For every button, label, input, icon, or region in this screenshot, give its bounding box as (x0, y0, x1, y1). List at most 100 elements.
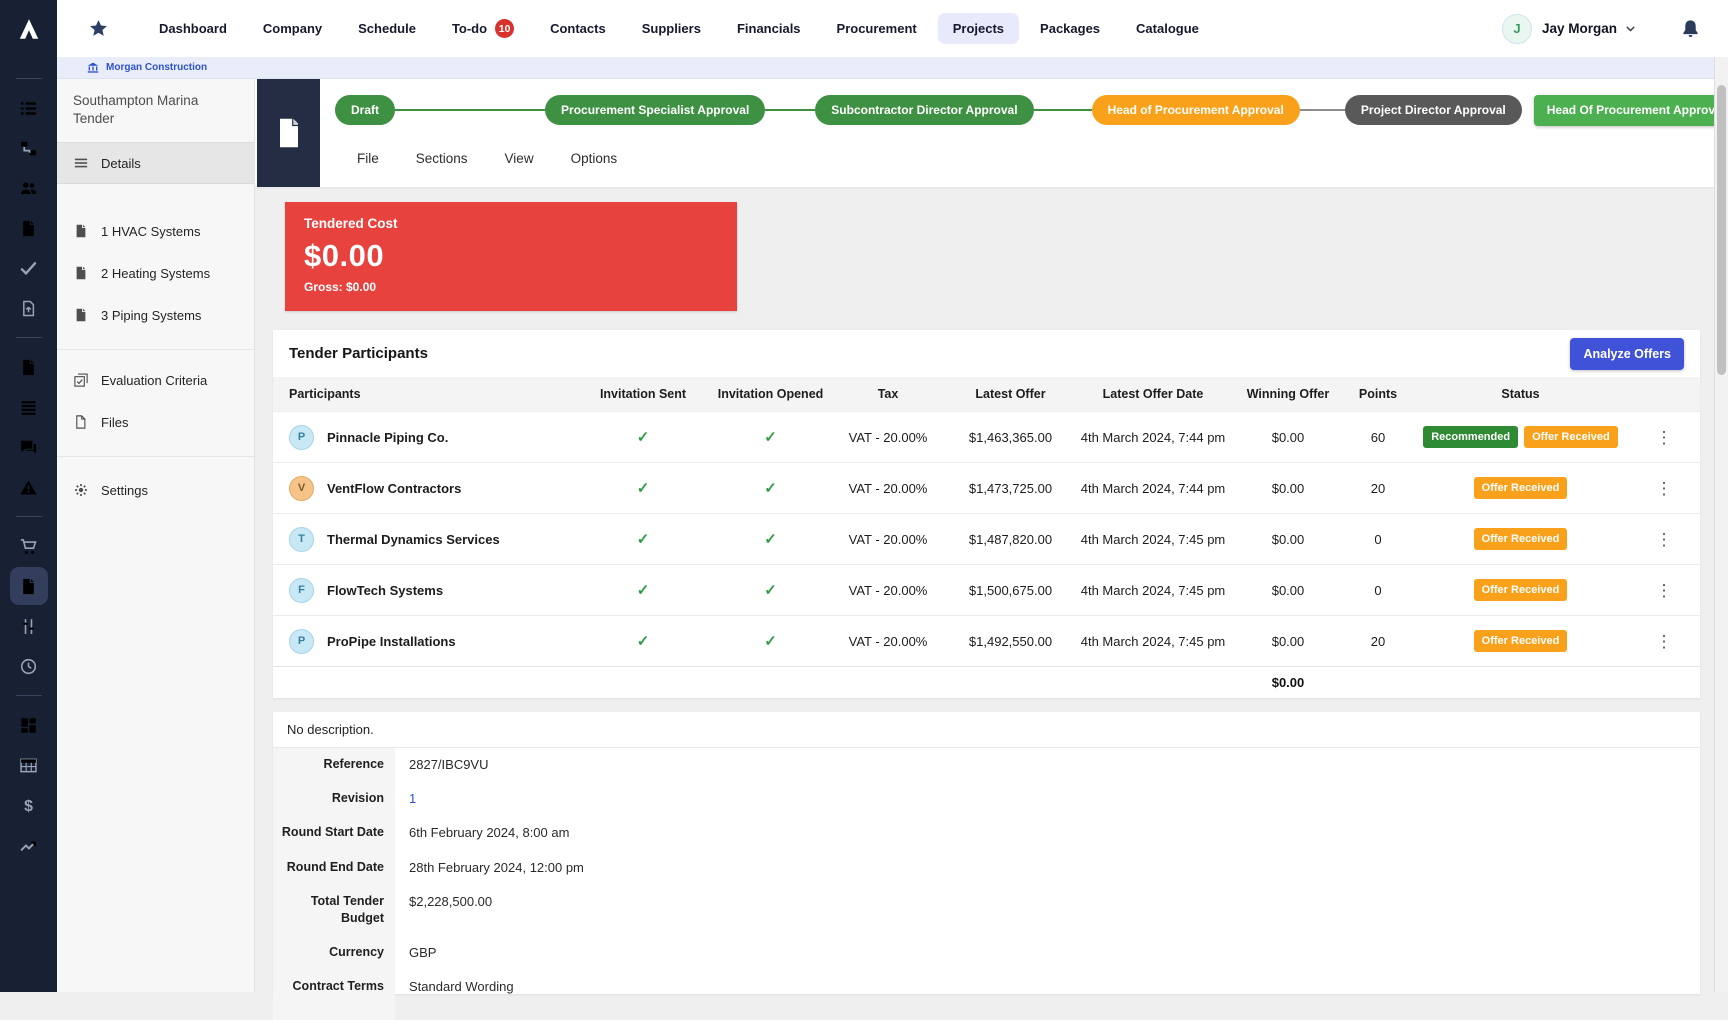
participants-table-header: ParticipantsInvitation SentInvitation Op… (273, 377, 1700, 411)
column-header-latest-offer: Latest Offer (948, 387, 1073, 401)
sidebar-item-evaluation-criteria[interactable]: Evaluation Criteria (57, 359, 254, 401)
nav-item-projects[interactable]: Projects (938, 13, 1019, 44)
latest-offer-value: $1,487,820.00 (948, 532, 1073, 547)
menu-item-options[interactable]: Options (571, 151, 618, 166)
sidebar-item-settings[interactable]: Settings (57, 469, 254, 511)
status-badges: Offer Received (1413, 579, 1628, 601)
check-icon[interactable] (10, 249, 48, 287)
users-icon[interactable] (10, 169, 48, 207)
table-icon[interactable] (10, 746, 48, 784)
clock-icon[interactable] (10, 647, 48, 685)
nav-item-procurement[interactable]: Procurement (822, 13, 932, 44)
notifications-bell-icon[interactable] (1681, 19, 1700, 38)
row-kebab-menu-icon[interactable]: ⋮ (1628, 480, 1700, 497)
document-tab[interactable] (257, 79, 320, 187)
clipboard-check-icon (74, 373, 88, 387)
sidebar-item-files[interactable]: Files (57, 401, 254, 443)
tax-value: VAT - 20.00% (828, 430, 948, 445)
nav-item-dashboard[interactable]: Dashboard (144, 13, 242, 44)
participant-avatar: T (289, 527, 314, 552)
row-kebab-menu-icon[interactable]: ⋮ (1628, 582, 1700, 599)
scrollbar-thumb[interactable] (1717, 85, 1726, 375)
menu-item-file[interactable]: File (357, 151, 379, 166)
row-kebab-menu-icon[interactable]: ⋮ (1628, 633, 1700, 650)
menu-icon (74, 156, 88, 170)
sidebar-item-1-hvac-systems[interactable]: 1 HVAC Systems (57, 210, 254, 252)
details-field-value: Standard Wording (395, 970, 1700, 1004)
workflow-connector (765, 109, 815, 111)
sidebar-item-label: Details (101, 156, 141, 171)
details-field-value: 28th February 2024, 12:00 pm (395, 851, 1700, 885)
details-field-label: Contract Terms (273, 970, 395, 1004)
document-icon[interactable] (10, 348, 48, 386)
participant-row[interactable]: T Thermal Dynamics Services ✓ ✓ VAT - 20… (273, 513, 1700, 564)
document-icon[interactable] (10, 209, 48, 247)
invitation-opened-check-icon: ✓ (713, 530, 828, 548)
vertical-scrollbar (1714, 57, 1728, 992)
participant-row[interactable]: V VentFlow Contractors ✓ ✓ VAT - 20.00% … (273, 462, 1700, 513)
nav-item-contacts[interactable]: Contacts (535, 13, 621, 44)
chevron-down-icon[interactable] (1624, 22, 1637, 35)
cost-card-gross: Gross: $0.00 (304, 280, 718, 294)
file-export-icon[interactable] (10, 289, 48, 327)
app-logo[interactable] (0, 0, 57, 57)
adjust-icon[interactable] (10, 607, 48, 645)
details-field-reference: Reference 2827/IBC9VU (273, 748, 1700, 782)
rows-icon[interactable] (10, 388, 48, 426)
document-icon (74, 266, 88, 280)
sidebar-item-details[interactable]: Details (57, 142, 254, 184)
details-field-revision: Revision 1 (273, 782, 1700, 816)
tax-value: VAT - 20.00% (828, 481, 948, 496)
details-field-value[interactable]: 1 (395, 782, 1700, 816)
participant-row[interactable]: F FlowTech Systems ✓ ✓ VAT - 20.00% $1,5… (273, 564, 1700, 615)
warning-icon[interactable] (10, 468, 48, 506)
workflow-icon[interactable] (10, 129, 48, 167)
breadcrumb-company[interactable]: Morgan Construction (106, 62, 207, 73)
head-of-procurement-approval-button[interactable]: Head Of Procurement Approval (1534, 95, 1728, 126)
approval-workflow: DraftProcurement Specialist ApprovalSubc… (335, 91, 1728, 129)
nav-item-financials[interactable]: Financials (722, 13, 816, 44)
chat-icon[interactable] (10, 428, 48, 466)
row-kebab-menu-icon[interactable]: ⋮ (1628, 531, 1700, 548)
details-field-total-tender-budget: Total Tender Budget $2,228,500.00 (273, 885, 1700, 936)
sidebar-item-label: Files (101, 415, 128, 430)
row-kebab-menu-icon[interactable]: ⋮ (1628, 429, 1700, 446)
analyze-offers-button[interactable]: Analyze Offers (1570, 338, 1684, 370)
rail-divider (16, 337, 42, 338)
document-icon[interactable] (10, 567, 48, 605)
company-bank-icon (87, 62, 99, 74)
menu-item-view[interactable]: View (505, 151, 534, 166)
participant-row[interactable]: P Pinnacle Piping Co. ✓ ✓ VAT - 20.00% $… (273, 411, 1700, 462)
favorite-star-icon[interactable] (89, 19, 108, 38)
trend-icon[interactable] (10, 826, 48, 864)
nav-item-packages[interactable]: Packages (1025, 13, 1115, 44)
dashboard-icon[interactable] (10, 706, 48, 744)
list-icon[interactable] (10, 89, 48, 127)
nav-item-catalogue[interactable]: Catalogue (1121, 13, 1214, 44)
tender-header-band: DraftProcurement Specialist ApprovalSubc… (255, 79, 1728, 187)
user-name[interactable]: Jay Morgan (1542, 21, 1617, 36)
details-field-label: Currency (273, 936, 395, 970)
sidebar-item-2-heating-systems[interactable]: 2 Heating Systems (57, 252, 254, 294)
nav-item-schedule[interactable]: Schedule (343, 13, 431, 44)
nav-item-suppliers[interactable]: Suppliers (627, 13, 716, 44)
participant-avatar: V (289, 476, 314, 501)
cost-card-amount: $0.00 (304, 238, 718, 274)
workflow-connector (1300, 109, 1345, 111)
nav-item-company[interactable]: Company (248, 13, 337, 44)
nav-item-label: Catalogue (1136, 21, 1199, 36)
nav-item-to-do[interactable]: To-do 10 (437, 11, 529, 46)
top-right: J Jay Morgan (1502, 14, 1728, 44)
latest-offer-value: $1,463,365.00 (948, 430, 1073, 445)
cart-icon[interactable] (10, 527, 48, 565)
participant-row[interactable]: P ProPipe Installations ✓ ✓ VAT - 20.00%… (273, 615, 1700, 666)
menu-item-sections[interactable]: Sections (416, 151, 468, 166)
sidebar-item-3-piping-systems[interactable]: 3 Piping Systems (57, 294, 254, 336)
gear-icon (74, 483, 88, 497)
participant-name: VentFlow Contractors (327, 481, 461, 496)
dollar-icon[interactable]: $ (10, 786, 48, 824)
column-header-participants: Participants (273, 387, 573, 401)
tax-value: VAT - 20.00% (828, 532, 948, 547)
workflow-step-subcontractor-director-approval: Subcontractor Director Approval (815, 95, 1033, 125)
user-avatar[interactable]: J (1502, 14, 1532, 44)
